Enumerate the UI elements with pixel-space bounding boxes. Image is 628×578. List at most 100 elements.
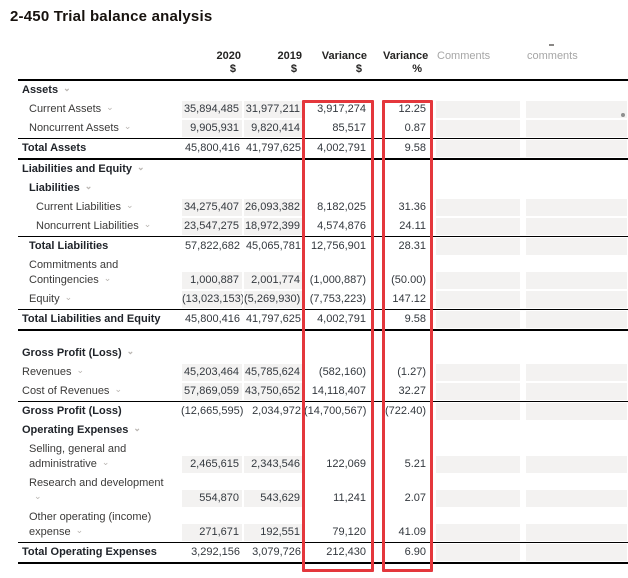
cell-variance-pct-value: 147.12	[383, 291, 429, 308]
cell-comments-field[interactable]	[435, 490, 521, 507]
row-label: Liabilities and Equity ⌄	[18, 162, 181, 179]
chevron-down-icon[interactable]: ⌄	[137, 160, 145, 175]
chevron-down-icon[interactable]: ⌄	[114, 382, 122, 397]
cell-comments-field[interactable]	[435, 140, 521, 157]
chevron-down-icon[interactable]: ⌄	[34, 489, 42, 504]
cell-2020-value: 1,000,887	[181, 272, 243, 289]
chevron-down-icon[interactable]: ⌄	[85, 179, 93, 194]
table-row: Total Operating Expenses3,292,1563,079,7…	[18, 542, 628, 564]
cell-comments-2-field[interactable]	[525, 238, 628, 255]
table-row: Total Assets45,800,41641,797,6254,002,79…	[18, 138, 628, 160]
cell-comments-2-field[interactable]	[525, 456, 628, 473]
cell-comments-field[interactable]	[435, 272, 521, 289]
cell-2019-value	[243, 422, 304, 439]
trial-balance-table: 2020 $ 2019 $ Variance $ Variance % Comm…	[18, 50, 628, 564]
chevron-down-icon[interactable]: ⌄	[126, 198, 134, 213]
cell-comments-2-field[interactable]	[525, 403, 628, 420]
chevron-down-icon[interactable]: ⌄	[65, 290, 73, 305]
cell-comments-field[interactable]	[435, 82, 521, 99]
column-header-2020[interactable]: 2020 $	[181, 50, 243, 76]
row-label-text: Gross Profit (Loss)	[22, 405, 122, 417]
cell-comments-field[interactable]	[435, 364, 521, 381]
chevron-down-icon[interactable]: ⌄	[76, 523, 84, 538]
cell-variance-usd-value: 4,002,791	[304, 140, 369, 157]
cell-comments-field[interactable]	[435, 291, 521, 308]
cell-comments-2-field[interactable]	[525, 383, 628, 400]
cell-variance-usd-value	[304, 180, 369, 197]
cell-comments-field[interactable]	[435, 345, 521, 362]
chevron-down-icon[interactable]: ⌄	[144, 217, 152, 232]
cell-comments-field[interactable]	[435, 456, 521, 473]
chevron-down-icon[interactable]: ⌄	[77, 363, 85, 378]
row-label-text: Other operating (income) expense	[29, 511, 151, 538]
cell-comments-field[interactable]	[435, 524, 521, 541]
chevron-down-icon[interactable]: ⌄	[127, 344, 135, 359]
cell-variance-pct-value: 5.21	[383, 456, 429, 473]
row-label: Current Liabilities⌄	[18, 200, 181, 217]
cell-comments-field[interactable]	[435, 311, 521, 328]
cell-comments-2-field[interactable]	[525, 199, 628, 216]
row-label-text: Liabilities	[29, 182, 80, 194]
cell-comments-field[interactable]	[435, 544, 521, 561]
row-label-text: Revenues	[22, 366, 72, 378]
table-row: Other operating (income) expense⌄271,671…	[18, 508, 628, 542]
chevron-down-icon[interactable]: ⌄	[133, 421, 141, 436]
cell-comments-2-field[interactable]	[525, 311, 628, 328]
table-body: Assets⌄Current Assets⌄35,894,48531,977,2…	[18, 81, 628, 564]
chevron-down-icon[interactable]: ⌄	[124, 119, 132, 134]
cell-comments-field[interactable]	[435, 218, 521, 235]
cell-comments-field[interactable]	[435, 180, 521, 197]
row-label: Commitments and Contingencies⌄	[18, 258, 181, 290]
cell-comments-2-field[interactable]	[525, 120, 628, 137]
row-label-text: Operating Expenses	[22, 424, 128, 436]
cell-2020-value: 2,465,615	[181, 456, 243, 473]
row-label-text: Liabilities and Equity	[22, 163, 132, 175]
cell-2019-value: (5,269,930)	[243, 291, 304, 308]
table-row: Gross Profit (Loss)(12,665,595)2,034,972…	[18, 401, 628, 421]
cell-comments-field[interactable]	[435, 120, 521, 137]
row-label-text: Research and development	[29, 477, 164, 489]
cell-comments-2-field[interactable]	[525, 345, 628, 362]
column-header-variance-usd[interactable]: Variance $	[304, 50, 369, 76]
cell-comments-2-field[interactable]	[525, 524, 628, 541]
cell-comments-2-field[interactable]	[525, 544, 628, 561]
cell-comments-2-field[interactable]	[525, 180, 628, 197]
cell-variance-usd-value: 122,069	[304, 456, 369, 473]
table-row: Research and development⌄554,870543,6291…	[18, 474, 628, 508]
chevron-down-icon[interactable]: ⌄	[106, 100, 114, 115]
cell-comments-2-field[interactable]	[525, 161, 628, 178]
cell-variance-pct-value: 31.36	[383, 199, 429, 216]
cell-comments-field[interactable]	[435, 161, 521, 178]
cell-comments-field[interactable]	[435, 238, 521, 255]
cell-comments-2-field[interactable]	[525, 422, 628, 439]
cell-comments-field[interactable]	[435, 383, 521, 400]
cell-comments-2-field[interactable]	[525, 101, 628, 118]
column-header-2019[interactable]: 2019 $	[243, 50, 304, 76]
cell-comments-2-field[interactable]	[525, 218, 628, 235]
chevron-down-icon[interactable]: ⌄	[63, 81, 71, 96]
cell-comments-2-field[interactable]	[525, 291, 628, 308]
cell-variance-pct-value: 28.31	[383, 238, 429, 255]
cell-comments-field[interactable]	[435, 403, 521, 420]
cell-comments-field[interactable]	[435, 199, 521, 216]
cell-comments-field[interactable]	[435, 101, 521, 118]
chevron-down-icon[interactable]: ⌄	[104, 271, 112, 286]
chevron-down-icon[interactable]: ⌄	[102, 455, 110, 470]
cell-comments-2-field[interactable]	[525, 82, 628, 99]
spacer-row	[18, 331, 628, 344]
row-label: Equity⌄	[18, 292, 181, 309]
cell-comments-2-field[interactable]	[525, 364, 628, 381]
cell-variance-pct-value: 32.27	[383, 383, 429, 400]
column-header-variance-pct[interactable]: Variance %	[383, 50, 429, 76]
cell-comments-2-field[interactable]	[525, 140, 628, 157]
cell-comments-field[interactable]	[435, 422, 521, 439]
column-header-comments-2[interactable]: comments	[525, 50, 628, 76]
cell-comments-2-field[interactable]	[525, 272, 628, 289]
cell-variance-pct-value	[383, 422, 429, 439]
cell-2020-value: 23,547,275	[181, 218, 243, 235]
cell-variance-usd-value: 4,574,876	[304, 218, 369, 235]
cell-variance-usd-value: 8,182,025	[304, 199, 369, 216]
column-header-comments[interactable]: Comments	[435, 50, 521, 76]
cell-comments-2-field[interactable]	[525, 490, 628, 507]
row-label: Cost of Revenues⌄	[18, 384, 181, 401]
